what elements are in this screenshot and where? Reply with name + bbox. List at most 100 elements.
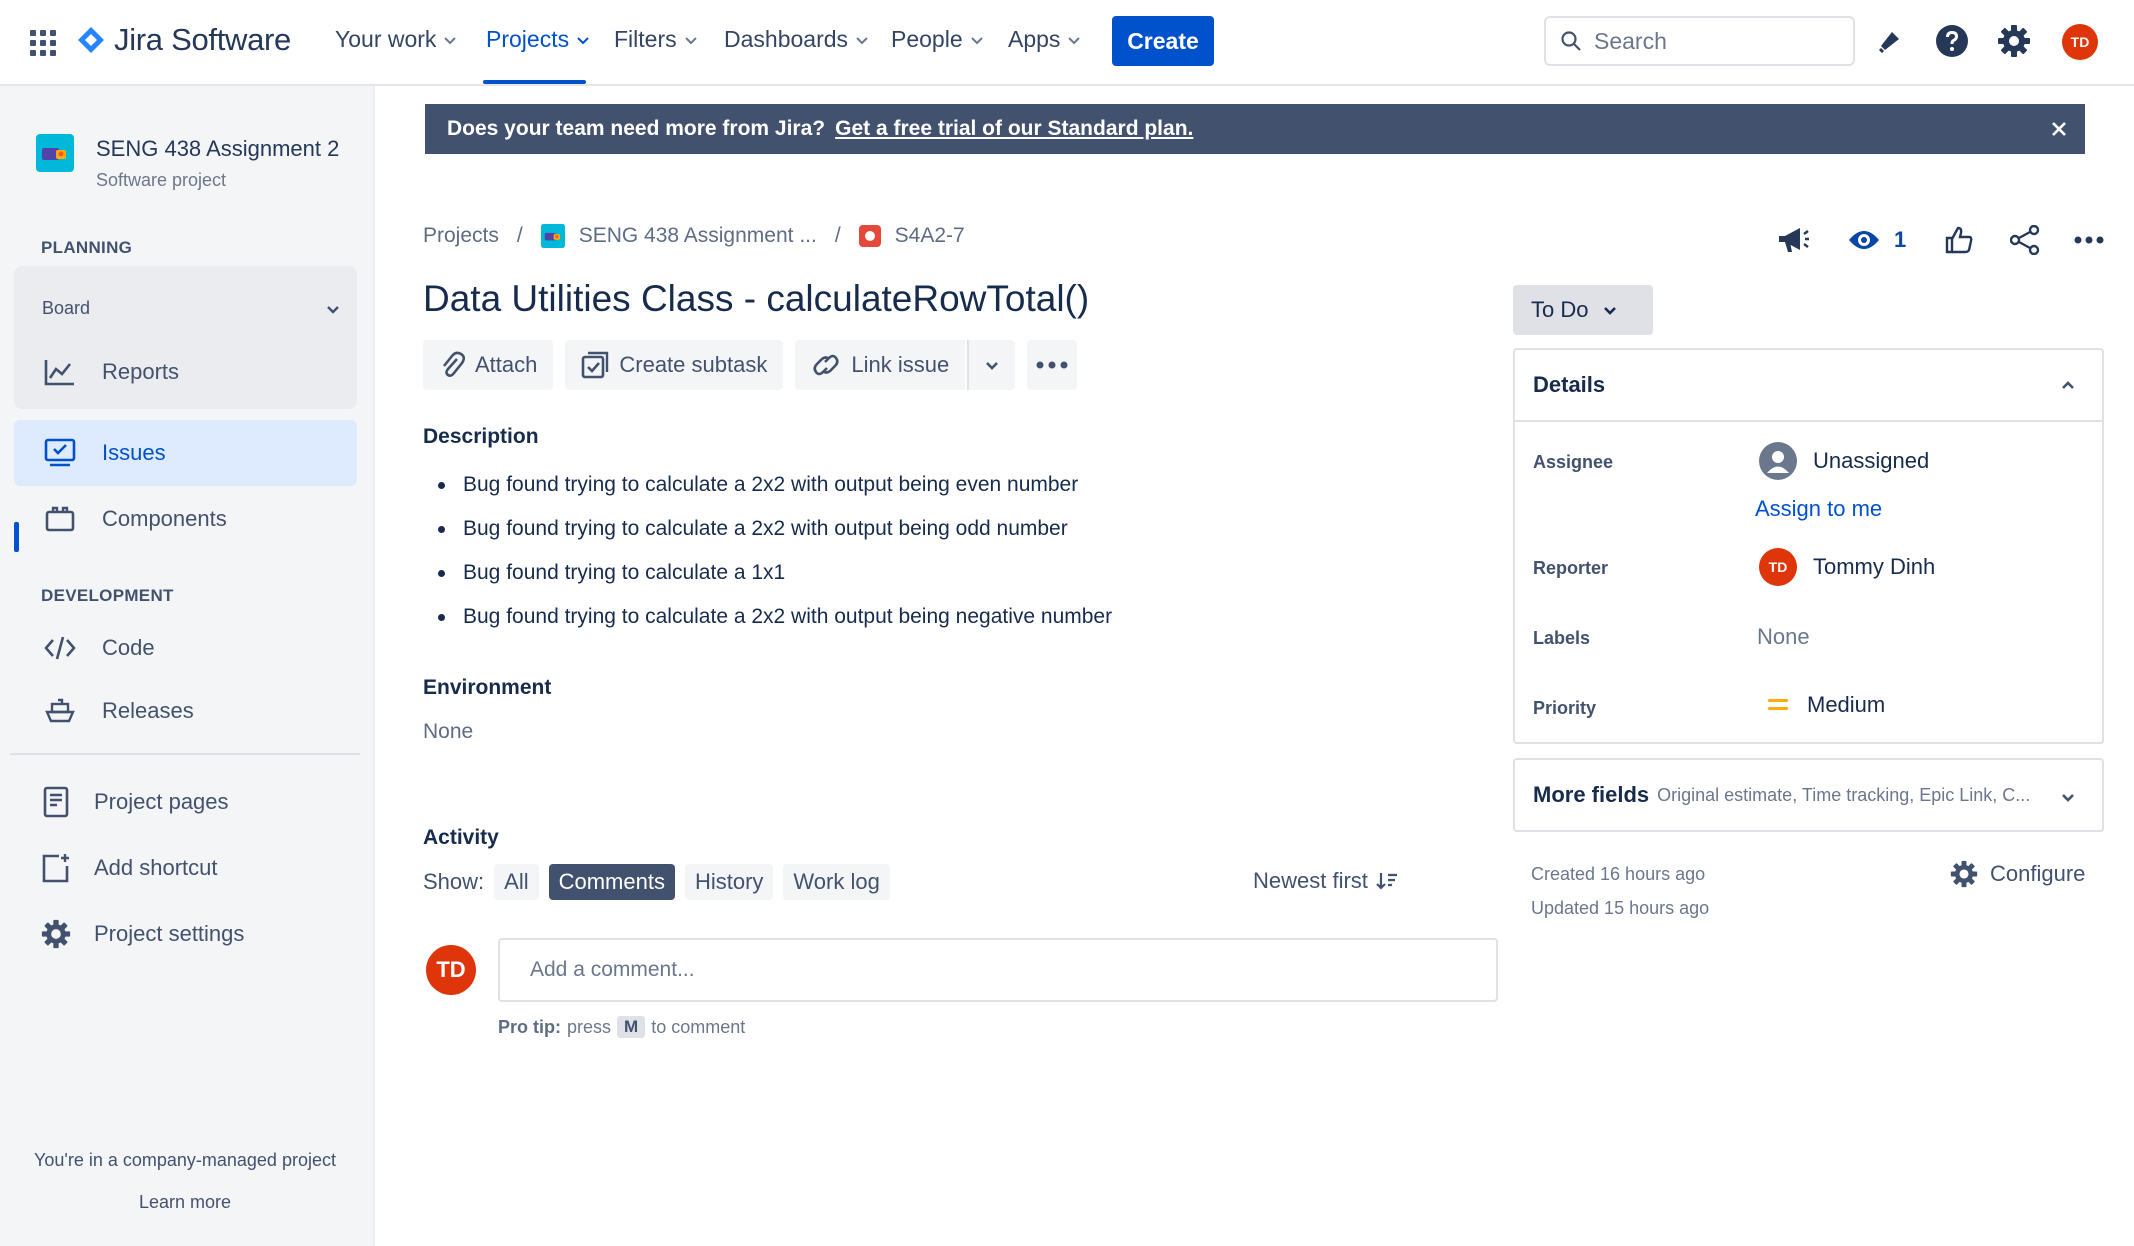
free-trial-link[interactable]: Get a free trial of our Standard plan. (835, 117, 1193, 141)
company-managed-note: You're in a company-managed project (34, 1150, 336, 1170)
breadcrumb-projects[interactable]: Projects (423, 224, 499, 248)
priority-name: Medium (1807, 692, 1886, 717)
create-button[interactable]: Create (1112, 16, 1214, 66)
close-icon[interactable] (2049, 119, 2069, 139)
sidebar-item-code[interactable]: Code (14, 615, 357, 681)
sidebar-divider (10, 753, 360, 755)
nav-apps[interactable]: Apps (1008, 26, 1082, 53)
sidebar-item-project-settings[interactable]: Project settings (14, 901, 357, 967)
breadcrumb-separator: / (834, 224, 841, 247)
help-icon[interactable] (1935, 24, 1969, 58)
sidebar-item-components[interactable]: Components (14, 486, 357, 552)
link-issue-dropdown[interactable] (967, 340, 1016, 390)
environment-value[interactable]: None (423, 720, 473, 744)
description-list[interactable]: Bug found trying to calculate a 2x2 with… (438, 463, 1112, 639)
user-avatar[interactable]: TD (2062, 24, 2098, 60)
sidebar-item-project-pages[interactable]: Project pages (14, 769, 357, 835)
priority-value[interactable]: Medium (1765, 692, 1885, 718)
project-header[interactable]: SENG 438 Assignment 2 Software project (36, 134, 339, 191)
sort-label: Newest first (1253, 868, 1368, 893)
search-box[interactable] (1544, 16, 1855, 66)
environment-label: Environment (423, 676, 552, 699)
protip-press: press (567, 1016, 612, 1037)
activity-filter-bar: Show: All Comments History Work log (423, 864, 890, 900)
learn-more-link[interactable]: Learn more (0, 1192, 370, 1213)
jira-logo[interactable]: Jira Software (76, 22, 291, 58)
sidebar-item-releases[interactable]: Releases (14, 678, 357, 744)
link-issue-button[interactable]: Link issue (795, 340, 966, 390)
pro-tip: Pro tip: press M to comment (498, 1016, 745, 1038)
list-item: Bug found trying to calculate a 2x2 with… (438, 463, 1112, 507)
board-label: Board (42, 298, 91, 318)
activity-label: Activity (423, 826, 499, 849)
sort-order-button[interactable]: Newest first (1253, 868, 1398, 894)
board-selector[interactable]: Board (42, 298, 342, 319)
feedback-megaphone-icon[interactable] (1776, 220, 1810, 260)
active-nav-indicator (483, 80, 586, 84)
project-type: Software project (96, 170, 227, 190)
issue-title[interactable]: Data Utilities Class - calculateRowTotal… (423, 278, 1089, 320)
settings-gear-icon[interactable] (1997, 24, 2031, 58)
share-icon[interactable] (2010, 220, 2040, 260)
paperclip-icon (442, 351, 465, 377)
assign-to-me-link[interactable]: Assign to me (1755, 496, 1882, 522)
notifications-icon[interactable] (1872, 24, 1906, 58)
more-horizontal-icon (1036, 361, 1068, 369)
nav-label: People (891, 26, 963, 52)
medium-priority-icon (1768, 699, 1788, 710)
labels-value[interactable]: None (1757, 624, 1810, 650)
nav-projects[interactable]: Projects (486, 26, 591, 53)
link-issue-label: Link issue (851, 352, 950, 377)
comment-input[interactable] (498, 938, 1498, 1002)
list-item: Bug found trying to calculate a 1x1 (438, 551, 1112, 595)
reporter-label: Reporter (1533, 558, 1609, 578)
sidebar-item-label: Issues (102, 440, 166, 465)
status-label: To Do (1531, 297, 1589, 322)
priority-label: Priority (1533, 698, 1597, 718)
jira-diamond-icon (78, 27, 104, 53)
sort-descending-icon (1376, 873, 1397, 890)
more-fields-section[interactable]: More fields Original estimate, Time trac… (1513, 758, 2104, 832)
nav-dashboards[interactable]: Dashboards (724, 26, 870, 53)
filter-comments[interactable]: Comments (548, 864, 675, 900)
attach-button[interactable]: Attach (423, 340, 554, 390)
search-input[interactable] (1594, 27, 1834, 55)
configure-button[interactable]: Configure (1950, 860, 2085, 888)
brand-name: Jira Software (114, 22, 291, 57)
status-dropdown[interactable]: To Do (1513, 285, 1653, 335)
list-item: Bug found trying to calculate a 2x2 with… (438, 507, 1112, 551)
filter-history[interactable]: History (684, 864, 774, 900)
create-subtask-button[interactable]: Create subtask (565, 340, 784, 390)
chevron-down-icon (444, 36, 457, 44)
filter-work-log[interactable]: Work log (783, 864, 890, 900)
assignee-value[interactable]: Unassigned (1759, 442, 1929, 480)
breadcrumb-project[interactable]: SENG 438 Assignment ... (579, 224, 817, 248)
chevron-down-icon (1068, 36, 1081, 44)
filter-all[interactable]: All (494, 864, 539, 900)
chevron-down-icon (684, 36, 697, 44)
sidebar-item-reports[interactable]: Reports (14, 339, 357, 405)
app-switcher-icon[interactable] (28, 28, 58, 58)
create-subtask-label: Create subtask (619, 352, 768, 377)
breadcrumb: Projects / SENG 438 Assignment ... / S4A… (423, 224, 965, 248)
nav-label: Dashboards (724, 26, 849, 52)
project-avatar-icon (540, 224, 565, 248)
watch-button[interactable]: 1 (1848, 220, 1906, 260)
shortcut-key: M (617, 1016, 646, 1038)
more-actions-button[interactable] (1027, 340, 1078, 390)
thumbs-up-icon[interactable] (1944, 220, 1974, 260)
chevron-down-icon (577, 36, 589, 44)
nav-your-work[interactable]: Your work (335, 26, 458, 53)
reporter-value[interactable]: TD Tommy Dinh (1759, 548, 1935, 586)
development-header: DEVELOPMENT (41, 586, 174, 605)
more-fields-summary: Original estimate, Time tracking, Epic L… (1657, 784, 2031, 805)
more-fields-title: More fields (1533, 782, 1650, 807)
sidebar-item-issues[interactable]: Issues (14, 420, 357, 486)
nav-people[interactable]: People (891, 26, 985, 53)
details-header[interactable]: Details (1515, 350, 2102, 422)
sidebar-item-add-shortcut[interactable]: Add shortcut (14, 835, 357, 901)
more-horizontal-icon[interactable] (2074, 220, 2104, 260)
breadcrumb-issue-key[interactable]: S4A2-7 (895, 224, 965, 248)
bug-issue-type-icon (858, 225, 881, 247)
nav-filters[interactable]: Filters (614, 26, 699, 53)
